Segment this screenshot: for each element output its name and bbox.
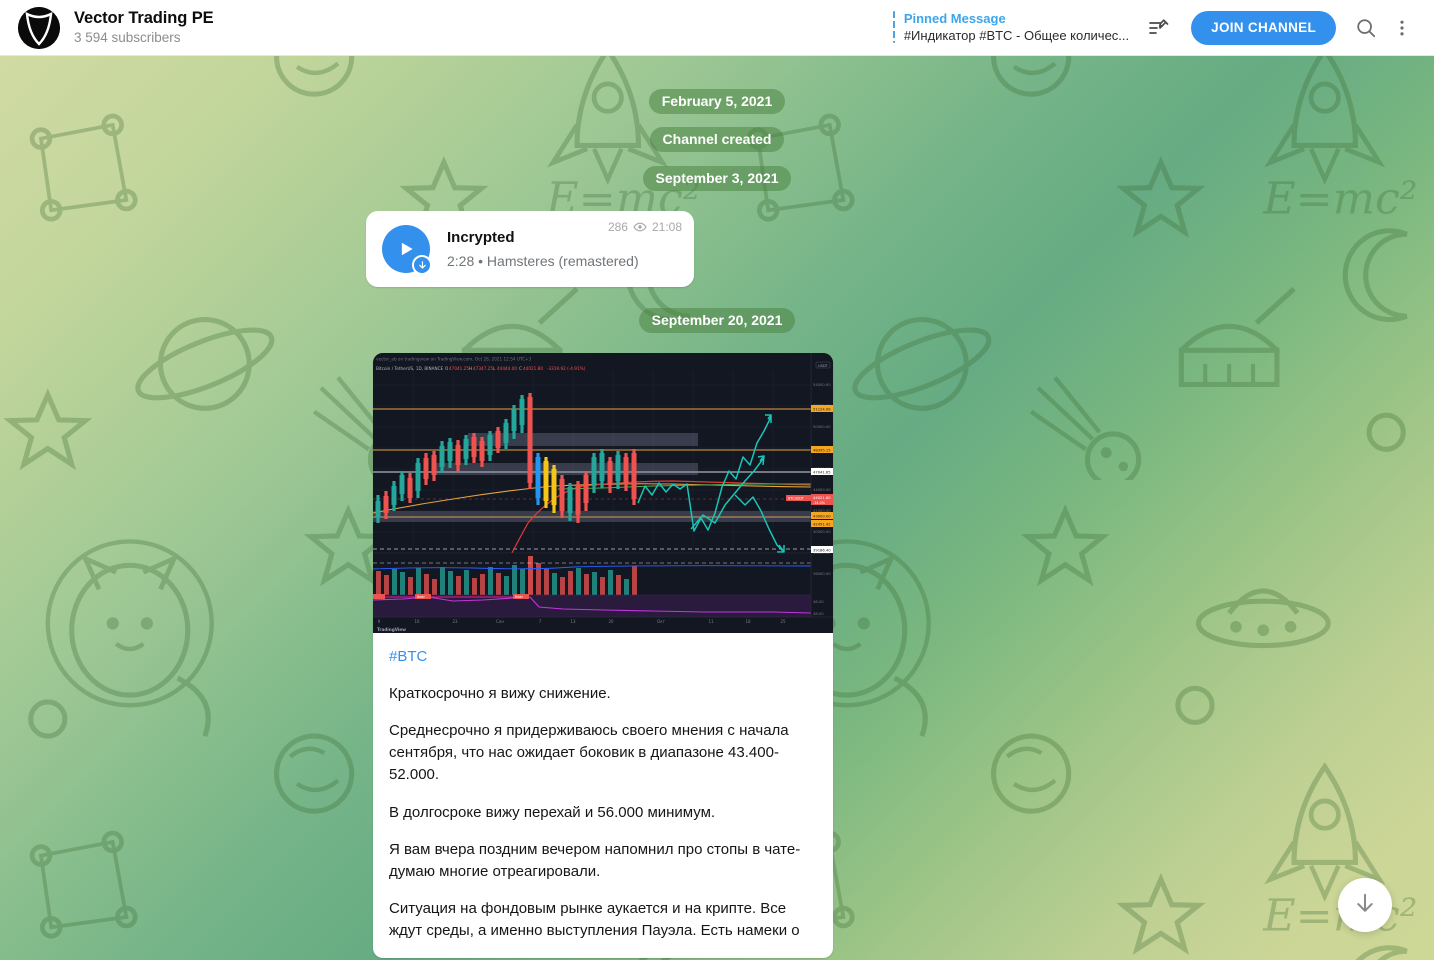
pinned-messages-icon[interactable] [1141, 10, 1177, 46]
date-badge: September 20, 2021 [638, 308, 796, 333]
svg-text:44021.80: 44021.80 [813, 496, 831, 500]
svg-text:54000.00: 54000.00 [813, 383, 831, 387]
post-paragraph: Среднесрочно я придерживаюсь своего мнен… [389, 721, 789, 784]
audio-details: Incrypted 2:28 • Hamsteres (remastered) [447, 228, 639, 270]
svg-text:16: 16 [414, 619, 420, 624]
post-paragraph: Я вам вчера поздним вечером напомнил про… [389, 840, 801, 880]
message-row: vector_ab on tradingview on TradingView.… [0, 353, 1434, 959]
svg-text:9: 9 [378, 619, 381, 624]
svg-text:TradingView: TradingView [377, 627, 406, 632]
subscriber-count: 3 594 subscribers [74, 30, 181, 46]
svg-text:18: 18 [745, 619, 751, 624]
svg-text:40000.00: 40000.00 [813, 530, 831, 534]
message-time: 21:08 [651, 220, 682, 234]
date-badge: February 5, 2021 [648, 89, 786, 114]
svg-text:48395.15: 48395.15 [813, 449, 831, 453]
svg-text:50000.00: 50000.00 [813, 425, 831, 429]
search-icon[interactable] [1348, 10, 1384, 46]
tradingview-watermark: TradingView [377, 627, 406, 632]
svg-text:11: 11 [708, 619, 714, 624]
tradingview-chart-image[interactable]: vector_ab on tradingview on TradingView.… [373, 353, 833, 633]
post-paragraph: В долгосроке вижу перехай и 56.000 миним… [389, 803, 716, 821]
svg-text:C: C [519, 366, 522, 371]
service-message: Channel created [0, 127, 1434, 152]
header-actions: Pinned Message #Индикатор #BTC - Общее к… [892, 10, 1420, 46]
svg-text:48.00: 48.00 [813, 612, 824, 616]
svg-text:Bear: Bear [515, 595, 523, 599]
svg-text:Сен: Сен [496, 619, 504, 624]
svg-text:43000.00: 43000.00 [813, 515, 831, 519]
vector-v-logo-icon [18, 6, 60, 49]
channel-name: Vector Trading PE [74, 8, 214, 27]
avatar[interactable] [18, 6, 60, 49]
svg-text:13: 13 [570, 619, 576, 624]
svg-text:7: 7 [539, 619, 542, 624]
date-separator: February 5, 2021 [0, 89, 1434, 114]
svg-text:42451.42: 42451.42 [813, 523, 831, 527]
message-meta: 286 21:08 [608, 220, 682, 234]
view-count: 286 [607, 220, 628, 234]
svg-text:47041.65: 47041.65 [813, 471, 831, 475]
message-list: February 5, 2021 Channel created Septemb… [0, 56, 1434, 960]
arrow-down-icon [1352, 890, 1378, 921]
svg-text:BTCUSDT: BTCUSDT [788, 497, 805, 501]
hashtag-link[interactable]: #BTC [389, 646, 817, 668]
svg-text:44000.00: 44000.00 [813, 488, 831, 492]
pinned-indicator-bar [892, 11, 895, 44]
svg-text:47347.25: 47347.25 [473, 366, 493, 371]
svg-text:H: H [469, 366, 472, 371]
svg-text:USDT: USDT [818, 364, 829, 368]
svg-text:Окт: Окт [657, 619, 666, 624]
channel-header: Vector Trading PE 3 594 subscribers Pinn… [0, 0, 1434, 56]
channel-info: Vector Trading PE 3 594 subscribers [74, 8, 214, 48]
svg-text:Bitcoin / TetherUS, 1D, BINANC: Bitcoin / TetherUS, 1D, BINANCE [376, 366, 444, 371]
post-paragraph: Краткосрочно я вижу снижение. [389, 684, 611, 702]
svg-text:vector_ab on tradingview on Tr: vector_ab on tradingview on TradingView.… [376, 357, 532, 362]
date-separator: September 20, 2021 [0, 308, 1434, 333]
svg-text:44444.00: 44444.00 [497, 366, 517, 371]
scroll-to-bottom-button[interactable] [1338, 878, 1392, 932]
post-body: #BTC Краткосрочно я вижу снижение. Средн… [373, 633, 833, 958]
more-vertical-icon[interactable] [1384, 10, 1420, 46]
message-row: Incrypted 2:28 • Hamsteres (remastered) … [0, 211, 1434, 287]
svg-text:47041.25: 47041.25 [449, 366, 469, 371]
audio-artwork [382, 225, 432, 275]
service-badge: Channel created [649, 127, 785, 152]
pinned-message-text: #Индикатор #BTC - Общее количес... [903, 28, 1130, 44]
audio-subtitle: 2:28 • Hamsteres (remastered) [447, 252, 639, 269]
svg-text:36000.00: 36000.00 [813, 572, 831, 576]
audio-message-bubble[interactable]: Incrypted 2:28 • Hamsteres (remastered) … [366, 211, 694, 287]
post-message-bubble[interactable]: vector_ab on tradingview on TradingView.… [373, 353, 833, 959]
date-badge: September 3, 2021 [642, 166, 792, 191]
svg-text:-3319.92 (-4.91%): -3319.92 (-4.91%) [547, 366, 586, 371]
svg-text:48.00: 48.00 [813, 600, 824, 604]
svg-text:20: 20 [608, 619, 614, 624]
svg-text:51124.99: 51124.99 [813, 408, 831, 412]
post-paragraph: Ситуация на фондовым рынке аукается и на… [389, 900, 800, 940]
date-separator: September 3, 2021 [0, 166, 1434, 191]
svg-text:44021.80: 44021.80 [523, 366, 543, 371]
eye-icon [633, 220, 647, 234]
svg-text:Bear: Bear [417, 595, 425, 599]
download-arrow-icon[interactable] [412, 255, 432, 275]
pinned-message-banner[interactable]: Pinned Message #Индикатор #BTC - Общее к… [892, 10, 1130, 46]
join-channel-button[interactable]: JOIN CHANNEL [1191, 10, 1336, 45]
svg-text:-14.0%: -14.0% [813, 501, 826, 505]
svg-text:39186.40: 39186.40 [813, 549, 831, 553]
pinned-message-label: Pinned Message [903, 10, 1006, 26]
svg-text:25: 25 [780, 619, 786, 624]
svg-text:23: 23 [452, 619, 458, 624]
